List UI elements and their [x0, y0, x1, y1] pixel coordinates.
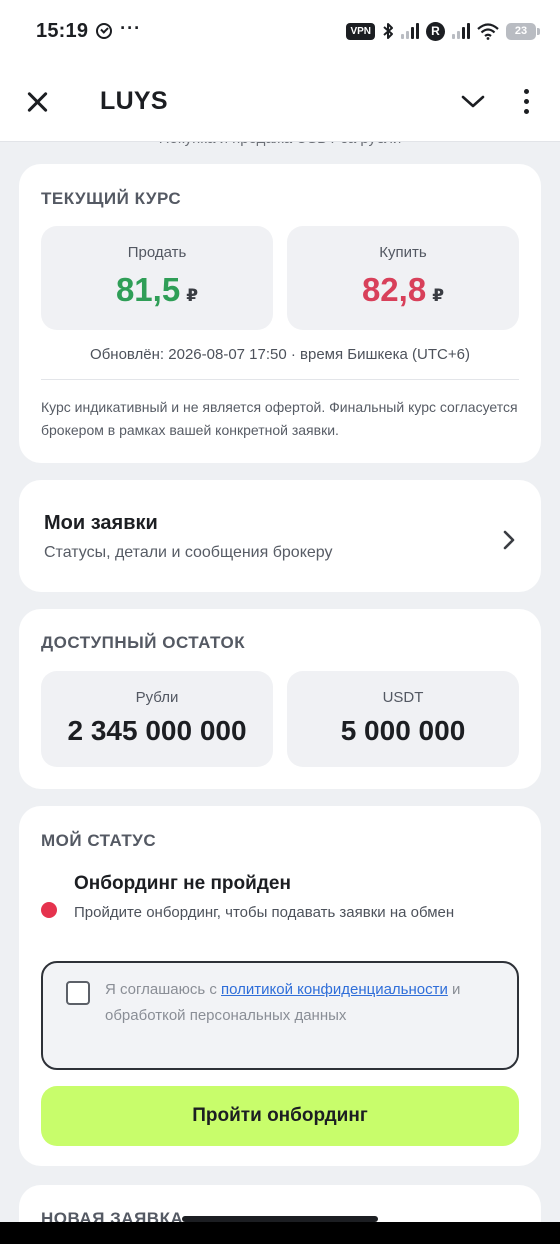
status-card: МОЙ СТАТУС Онбординг не пройден Пройдите… — [19, 806, 541, 1166]
balance-card: ДОСТУПНЫЙ ОСТАТОК Рубли 2 345 000 000 US… — [19, 609, 541, 789]
sell-label: Продать — [127, 244, 187, 261]
rub-balance-tile: Рубли 2 345 000 000 — [41, 671, 273, 767]
rub-value: 2 345 000 000 — [67, 715, 247, 746]
privacy-policy-link[interactable]: политикой конфиденциальности — [221, 981, 448, 998]
rates-updated: Обновлён: 2026-08-07 17:50 · время Бишке… — [90, 346, 470, 363]
status-description: Пройдите онбординг, чтобы подавать заявк… — [74, 904, 455, 921]
status-bar-left: 15:19 ··· — [36, 17, 142, 43]
ruble-sign: ₽ — [432, 286, 445, 305]
app-title: LUYS — [100, 87, 168, 115]
consent-checkbox[interactable] — [66, 981, 90, 1005]
close-icon[interactable] — [24, 88, 52, 116]
start-onboarding-button[interactable]: Пройти онбординг — [41, 1086, 519, 1146]
my-requests-card[interactable]: Мои заявки Статусы, детали и сообщения б… — [19, 480, 541, 592]
app-screen: 15:19 ··· VPN R 23 LUYS Покупка и продаж… — [0, 0, 560, 1244]
buy-value: 82,8 — [361, 271, 427, 308]
sell-value-row: 81,5 ₽ — [41, 271, 273, 309]
consent-text: Я соглашаюсь с политикой конфиденциально… — [105, 977, 505, 1029]
signal-icon-2 — [452, 23, 470, 39]
rates-card: ТЕКУЩИЙ КУРС Продать 81,5 ₽ Купить 82,8 ₽ … — [19, 164, 541, 463]
r-badge: R — [426, 21, 445, 41]
usdt-value: 5 000 000 — [340, 715, 466, 746]
ruble-sign: ₽ — [186, 286, 199, 305]
buy-rate-tile: Купить 82,8 ₽ — [287, 226, 519, 330]
sell-rate-tile: Продать 81,5 ₽ — [41, 226, 273, 330]
status-bar-right: VPN R 23 — [346, 21, 540, 41]
status-headline: Онбординг не пройден — [74, 873, 291, 894]
my-requests-title: Мои заявки — [44, 512, 158, 534]
more-notifications-icon: ··· — [120, 17, 142, 38]
more-vertical-icon[interactable] — [516, 87, 536, 117]
chevron-right-icon — [503, 530, 515, 550]
status-bar: 15:19 ··· VPN R 23 — [0, 0, 560, 62]
usdt-balance-tile: USDT 5 000 000 — [287, 671, 519, 767]
wifi-icon — [477, 22, 499, 40]
check-circle-icon — [96, 23, 113, 39]
rates-disclaimer: Курс индикативный и не является офертой.… — [41, 399, 518, 438]
consent-box[interactable]: Я соглашаюсь с политикой конфиденциально… — [41, 961, 519, 1070]
app-header: LUYS — [0, 62, 560, 142]
chevron-down-icon[interactable] — [458, 87, 488, 117]
divider — [41, 379, 519, 380]
usdt-label: USDT — [382, 689, 424, 706]
rub-label: Рубли — [135, 689, 179, 706]
status-time: 15:19 — [36, 19, 89, 42]
sell-value: 81,5 — [115, 271, 181, 308]
my-requests-subtitle: Статусы, детали и сообщения брокеру — [44, 544, 333, 561]
buy-value-row: 82,8 ₽ — [287, 271, 519, 309]
vpn-badge: VPN — [346, 22, 375, 40]
status-dot-icon — [41, 902, 57, 918]
bluetooth-icon — [383, 23, 393, 39]
status-title: МОЙ СТАТУС — [41, 831, 157, 850]
signal-icon — [401, 23, 419, 39]
balance-title: ДОСТУПНЫЙ ОСТАТОК — [41, 633, 246, 652]
rates-title: ТЕКУЩИЙ КУРС — [41, 189, 182, 208]
battery-icon: 23 — [506, 22, 540, 40]
gesture-bar — [0, 1216, 560, 1244]
consent-prefix: Я соглашаюсь с — [105, 981, 222, 998]
home-indicator[interactable] — [182, 1216, 378, 1222]
buy-label: Купить — [379, 244, 427, 261]
